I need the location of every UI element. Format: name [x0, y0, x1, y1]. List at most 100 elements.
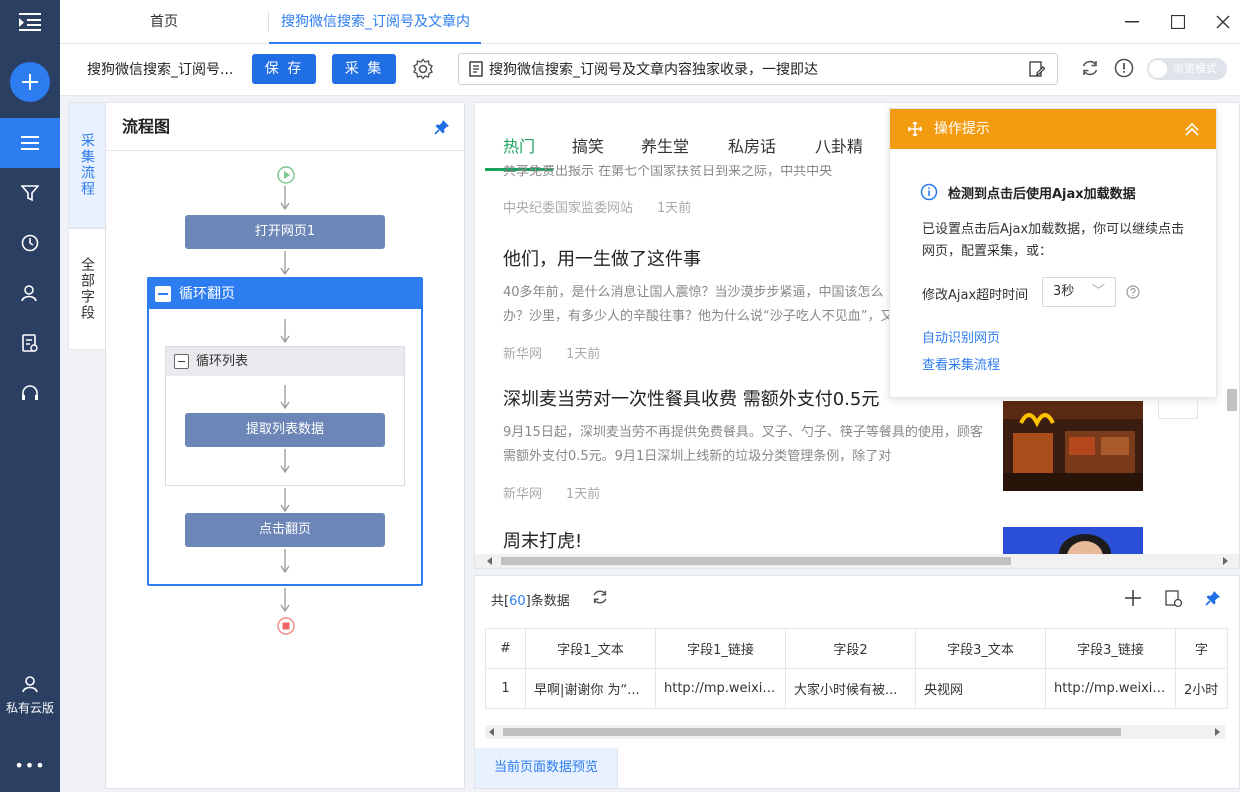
flow-header-divider — [106, 150, 464, 151]
more-button[interactable]: ••• — [0, 756, 60, 775]
add-task-button[interactable] — [10, 62, 50, 102]
menu-toggle-icon[interactable] — [0, 0, 60, 44]
article-time: 1天前 — [566, 487, 601, 502]
article-source: 中央纪委国家监委网站 — [503, 201, 634, 216]
table-horizontal-scrollbar[interactable] — [485, 725, 1225, 739]
headset-icon[interactable] — [0, 368, 60, 418]
minimize-button[interactable] — [1122, 12, 1142, 32]
browse-mode-label: 浏览模式 — [1173, 62, 1217, 75]
view-flow-link[interactable]: 查看采集流程 — [922, 354, 1000, 373]
save-button[interactable]: 保 存 — [252, 54, 316, 84]
article-title[interactable]: 周末打虎! — [503, 527, 582, 553]
pin-icon[interactable] — [434, 119, 450, 139]
nav-tab-funny[interactable]: 搞笑 — [572, 133, 604, 157]
tip-header[interactable]: 操作提示 — [890, 109, 1216, 149]
nav-tab-health[interactable]: 养生堂 — [641, 133, 689, 157]
loop-pagination-header[interactable]: 循环翻页 — [149, 279, 421, 309]
arrow-icon — [280, 251, 290, 275]
task-name[interactable]: 搜狗微信搜索_订阅号... — [87, 44, 233, 96]
tab-collect-flow[interactable]: 采集流程 — [68, 102, 106, 228]
close-button[interactable] — [1213, 12, 1233, 32]
column-header[interactable]: 字段3_文本 — [915, 628, 1046, 669]
column-header[interactable]: 字 — [1175, 628, 1228, 669]
timeout-select[interactable]: 3秒 ﹀ — [1042, 277, 1116, 307]
flow-node-click-page[interactable]: 点击翻页 — [185, 513, 385, 547]
collect-button[interactable]: 采 集 — [332, 54, 396, 84]
tab-all-fields[interactable]: 全部字段 — [68, 228, 106, 350]
article-snippet-text: 共享免费出报示 在第七个国家扶贫日到来之际，中共中央 — [503, 165, 833, 179]
table-cell: 央视网 — [915, 668, 1046, 709]
article-thumbnail[interactable] — [1003, 527, 1143, 568]
nav-tab-private[interactable]: 私房话 — [728, 133, 776, 157]
pin-icon[interactable] — [1205, 590, 1221, 606]
nav-tab-hot[interactable]: 热门 — [503, 133, 535, 157]
vertical-scrollbar-thumb[interactable] — [1227, 389, 1237, 411]
nav-tab-gossip[interactable]: 八卦精 — [815, 133, 863, 157]
scroll-right-icon[interactable] — [1215, 728, 1221, 736]
collapse-up-icon[interactable] — [1184, 121, 1200, 137]
flow-node-extract-list[interactable]: 提取列表数据 — [185, 413, 385, 447]
tab-task[interactable]: 搜狗微信搜索_订阅号及文章内 — [269, 0, 481, 44]
scroll-left-icon[interactable] — [489, 728, 495, 736]
auto-detect-link[interactable]: 自动识别网页 — [922, 327, 1000, 346]
article-item[interactable]: 他们，用一生做了这件事 40多年前，是什么消息让国人震惊？当沙漠步步紧逼，中国该… — [503, 245, 903, 362]
table-cell: 2小时 — [1175, 668, 1228, 709]
sidebar-item-tasks[interactable] — [0, 118, 60, 168]
scroll-left-icon[interactable] — [487, 557, 493, 565]
toggle-knob — [1149, 60, 1167, 78]
add-field-icon[interactable] — [1125, 590, 1141, 606]
browse-mode-toggle[interactable]: 浏览模式 — [1147, 58, 1227, 80]
article-item[interactable]: 深圳麦当劳对一次性餐具收费 需额外支付0.5元 9月15日起，深圳麦当劳不再提供… — [503, 385, 983, 502]
page-widget — [1158, 401, 1198, 419]
private-cloud-account[interactable]: 私有云版 — [0, 668, 60, 722]
maximize-button[interactable] — [1168, 12, 1188, 32]
column-header[interactable]: 字段2 — [785, 628, 916, 669]
timeout-label: 修改Ajax超时时间 — [922, 288, 1029, 303]
flow-node-open-page[interactable]: 打开网页1 — [185, 215, 385, 249]
collapse-icon[interactable] — [174, 354, 189, 369]
column-header[interactable]: 字段3_链接 — [1045, 628, 1176, 669]
tab-bar: 首页 搜狗微信搜索_订阅号及文章内 — [60, 0, 1240, 44]
collapse-icon[interactable] — [155, 286, 171, 302]
table-row[interactable]: 1 早啊|谢谢你 为“... http://mp.weixin... 大家小时候… — [485, 668, 1228, 709]
article-snippet[interactable]: 共享免费出报示 在第七个国家扶贫日到来之际，中共中央 中央纪委国家监委网站 1天前 — [503, 165, 903, 216]
scrollbar-thumb[interactable] — [503, 728, 1121, 736]
article-title[interactable]: 他们，用一生做了这件事 — [503, 245, 903, 271]
help-icon[interactable] — [1126, 285, 1140, 299]
data-count-prefix: 共[ — [491, 594, 510, 609]
article-item[interactable]: 周末打虎! — [503, 527, 582, 553]
operation-tip-panel: 操作提示 检测到点击后使用Ajax加载数据 已设置点击后Ajax加载数据，你可以… — [889, 108, 1217, 398]
table-cell: http://mp.weixin... — [1045, 668, 1176, 709]
flow-title: 流程图 — [122, 117, 171, 136]
move-icon[interactable] — [908, 122, 922, 136]
loop-list-header[interactable]: 循环列表 — [166, 347, 404, 376]
edit-url-icon[interactable] — [1029, 61, 1045, 77]
refresh-icon[interactable] — [1080, 58, 1100, 82]
article-time: 1天前 — [657, 201, 692, 216]
column-header[interactable]: 字段1_链接 — [655, 628, 786, 669]
url-bar[interactable]: 搜狗微信搜索_订阅号及文章内容独家收录，一搜即达 — [458, 53, 1058, 85]
arrow-icon — [280, 449, 290, 473]
column-header[interactable]: 字段1_文本 — [525, 628, 656, 669]
article-summary: 40多年前，是什么消息让国人震惊？当沙漠步步紧逼，中国该怎么办？沙里，有多少人的… — [503, 285, 894, 324]
tab-current-page-preview[interactable]: 当前页面数据预览 — [475, 748, 618, 788]
tip-title: 操作提示 — [934, 121, 990, 137]
article-thumbnail[interactable] — [1003, 401, 1143, 491]
horizontal-scrollbar[interactable] — [475, 554, 1239, 568]
sidebar-item-filter[interactable] — [0, 168, 60, 218]
alert-icon[interactable] — [1114, 58, 1134, 82]
article-source: 新华网 — [503, 347, 543, 362]
tab-home[interactable]: 首页 — [150, 0, 178, 44]
sidebar-item-users[interactable] — [0, 268, 60, 318]
article-time: 1天前 — [566, 347, 601, 362]
sidebar-item-docs[interactable] — [0, 318, 60, 368]
field-settings-icon[interactable] — [1165, 590, 1183, 608]
arrow-icon — [280, 186, 290, 211]
table-cell: 早啊|谢谢你 为“... — [525, 668, 656, 709]
gear-icon[interactable] — [412, 58, 434, 84]
column-header[interactable]: # — [485, 628, 526, 669]
refresh-icon[interactable] — [591, 588, 609, 606]
scroll-right-icon[interactable] — [1223, 557, 1229, 565]
scrollbar-thumb[interactable] — [501, 557, 1011, 565]
sidebar-item-history[interactable] — [0, 218, 60, 268]
